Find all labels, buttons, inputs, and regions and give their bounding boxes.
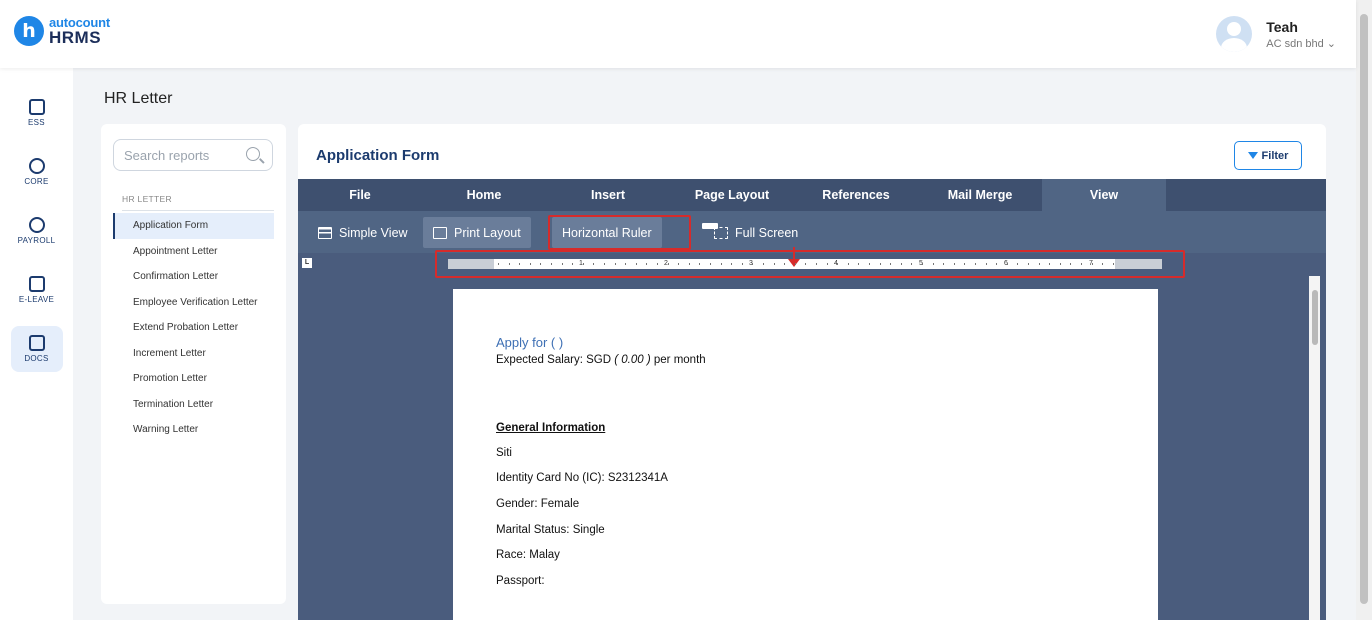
module-rail: ESS CORE PAYROLL E-LEAVE DOCS — [0, 68, 73, 620]
section-heading: General Information — [496, 422, 606, 434]
filter-button[interactable]: Filter — [1234, 141, 1302, 170]
logo-wordmark: autocount HRMS — [49, 16, 110, 46]
doc-line-race: Race: Malay — [496, 549, 560, 561]
document-chart-icon — [28, 335, 45, 351]
report-item-application-form[interactable]: Application Form — [113, 213, 274, 239]
calendar-icon — [28, 276, 45, 292]
rail-label: DOCS — [24, 354, 49, 363]
report-item-warning-letter[interactable]: Warning Letter — [113, 417, 274, 443]
apply-for-line: Apply for ( ) — [496, 335, 564, 350]
filter-label: Filter — [1261, 149, 1289, 162]
rail-item-eleave[interactable]: E-LEAVE — [11, 267, 63, 313]
doc-line-marital: Marital Status: Single — [496, 524, 605, 536]
doc-line-passport: Passport: — [496, 575, 545, 587]
doc-line-name: Siti — [496, 447, 512, 459]
ruler-highlight — [435, 250, 1185, 278]
view-toolbar: Simple View Print Layout Horizontal Rule… — [298, 211, 1326, 253]
rail-item-payroll[interactable]: PAYROLL — [11, 208, 63, 254]
dollar-icon — [28, 217, 45, 233]
full-screen-button[interactable]: Full Screen — [704, 217, 808, 248]
print-layout-label: Print Layout — [454, 225, 521, 240]
report-viewer-panel: Application Form Filter File Home Insert… — [298, 124, 1326, 620]
simple-view-button[interactable]: Simple View — [308, 217, 418, 248]
report-item-extend-probation-letter[interactable]: Extend Probation Letter — [113, 315, 274, 341]
expand-icon — [714, 226, 728, 239]
tab-references[interactable]: References — [794, 179, 918, 211]
tab-mail-merge[interactable]: Mail Merge — [918, 179, 1042, 211]
search-input[interactable]: Search reports — [113, 139, 273, 171]
search-placeholder: Search reports — [124, 148, 210, 163]
tab-view[interactable]: View — [1042, 179, 1166, 211]
rail-label: PAYROLL — [17, 236, 56, 245]
full-screen-label: Full Screen — [735, 225, 799, 240]
report-title: Application Form — [316, 147, 440, 164]
ribbon-tabs: File Home Insert Page Layout References … — [298, 179, 1326, 211]
rail-item-ess[interactable]: ESS — [11, 90, 63, 136]
report-item-termination-letter[interactable]: Termination Letter — [113, 392, 274, 418]
rail-label: E-LEAVE — [18, 295, 55, 304]
rail-item-core[interactable]: CORE — [11, 149, 63, 195]
report-item-increment-letter[interactable]: Increment Letter — [113, 341, 274, 367]
report-list: Application Form Appointment Letter Conf… — [113, 213, 274, 443]
report-item-confirmation-letter[interactable]: Confirmation Letter — [113, 264, 274, 290]
avatar[interactable] — [1216, 16, 1253, 52]
simple-view-icon — [318, 226, 332, 239]
ruler-button-highlight — [548, 215, 691, 250]
rail-label: ESS — [28, 118, 45, 127]
document-page[interactable]: Apply for ( ) Expected Salary: SGD ( 0.0… — [453, 289, 1158, 620]
doc-line-gender: Gender: Female — [496, 498, 580, 510]
document-area: L 1 2 3 4 5 6 7 Apply for ( ) Expected S… — [298, 247, 1326, 620]
badge-icon — [28, 99, 45, 115]
tab-stop-selector[interactable]: L — [302, 258, 312, 268]
page-title: HR Letter — [104, 90, 173, 107]
print-layout-icon — [433, 226, 447, 239]
search-icon[interactable] — [246, 147, 260, 161]
app-logo[interactable]: h autocount HRMS — [14, 16, 110, 46]
print-layout-button[interactable]: Print Layout — [423, 217, 531, 248]
logo-mark: h — [14, 16, 44, 46]
user-info[interactable]: Teah AC sdn bhd ⌄ — [1266, 19, 1336, 50]
rail-label: CORE — [24, 177, 49, 186]
document-scroll-thumb[interactable] — [1312, 290, 1318, 345]
top-bar: h autocount HRMS Teah AC sdn bhd ⌄ — [0, 0, 1356, 68]
filter-icon — [1247, 152, 1258, 159]
salary-prefix: Expected Salary: SGD — [496, 354, 615, 366]
cube-icon — [28, 158, 45, 174]
company-selector[interactable]: AC sdn bhd ⌄ — [1266, 37, 1336, 50]
report-item-promotion-letter[interactable]: Promotion Letter — [113, 366, 274, 392]
report-item-employee-verification-letter[interactable]: Employee Verification Letter — [113, 290, 274, 316]
user-name: Teah — [1266, 18, 1298, 35]
salary-suffix: per month — [650, 354, 706, 366]
doc-line-ic: Identity Card No (IC): S2312341A — [496, 472, 668, 484]
report-item-appointment-letter[interactable]: Appointment Letter — [113, 239, 274, 265]
tab-home[interactable]: Home — [422, 179, 546, 211]
page-scroll-thumb[interactable] — [1360, 14, 1368, 604]
salary-value: ( 0.00 ) — [614, 354, 651, 366]
logo-bottom-text: HRMS — [49, 28, 102, 47]
page-scrollbar[interactable] — [1356, 0, 1372, 620]
expected-salary-line: Expected Salary: SGD ( 0.00 ) per month — [496, 354, 706, 366]
simple-view-label: Simple View — [339, 225, 408, 240]
tab-page-layout[interactable]: Page Layout — [670, 179, 794, 211]
rail-item-docs[interactable]: DOCS — [10, 326, 63, 372]
tab-file[interactable]: File — [298, 179, 422, 211]
user-menu[interactable]: Teah AC sdn bhd ⌄ — [1216, 16, 1336, 52]
tab-insert[interactable]: Insert — [546, 179, 670, 211]
reports-panel: Search reports HR LETTER Application For… — [101, 124, 286, 604]
report-group-label: HR LETTER — [122, 194, 274, 211]
